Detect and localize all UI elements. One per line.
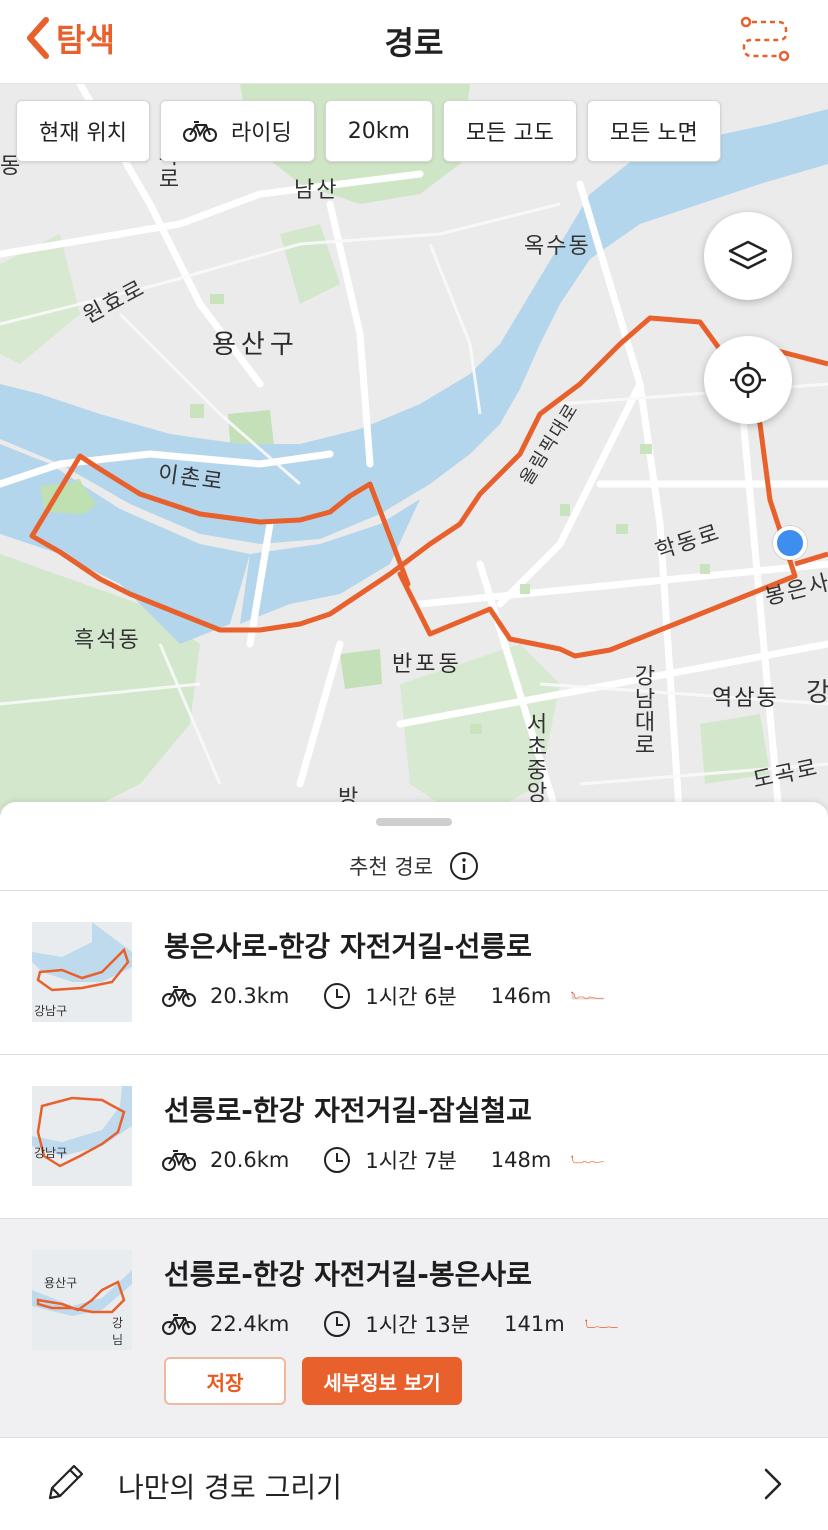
- save-button[interactable]: 저장: [164, 1357, 286, 1405]
- route-thumbnail: 용산구 강님: [32, 1250, 132, 1350]
- map-label-seochojungang: 서초중앙: [522, 712, 547, 804]
- route-time: 1시간 13분: [365, 1313, 471, 1337]
- route-elevation: 148m: [490, 1148, 552, 1172]
- route-card[interactable]: 강남구 선릉로-한강 자전거길-잠실철교 20.6km 1시간 7분 148m: [0, 1055, 828, 1219]
- thumbnail-label: 강남구: [34, 1146, 68, 1160]
- filter-activity[interactable]: 라이딩: [159, 100, 315, 162]
- time-stat: 1시간 13분: [323, 1309, 470, 1339]
- thumbnail-label: 강남구: [34, 1004, 68, 1018]
- elevation-profile: [571, 1155, 605, 1164]
- draw-route-label: 나만의 경로 그리기: [118, 1471, 342, 1504]
- map-label-oksu: 옥수동: [524, 234, 591, 259]
- time-stat: 1시간 6분: [323, 981, 457, 1011]
- route-name: 봉은사로-한강 자전거길-선릉로: [164, 930, 532, 963]
- bike-icon: [162, 1150, 196, 1171]
- elevation-profile: [571, 991, 605, 1000]
- filter-surface-label: 모든 노면: [609, 121, 698, 146]
- route-create-icon[interactable]: [740, 16, 790, 62]
- thumbnail-label-2: 강님: [112, 1316, 124, 1347]
- route-card-selected[interactable]: 용산구 강님 선릉로-한강 자전거길-봉은사로 22.4km 1시간 13분 1…: [0, 1219, 828, 1438]
- clock-icon: [324, 1311, 351, 1337]
- map-label-edge-gang: 강: [806, 678, 828, 708]
- page-title: 경로: [384, 24, 444, 62]
- filter-bar: 현재 위치 라이딩 20km 모든 고도 모든 노면: [16, 100, 721, 162]
- crosshair-icon: [730, 362, 766, 398]
- pencil-icon: [48, 1464, 84, 1500]
- map-view[interactable]: 남산 옥수동 원효로 용산구 이촌로 흑석동 반포동 학동로 역삼동 도곡로 강…: [0, 84, 828, 824]
- clock-icon: [324, 983, 351, 1009]
- route-thumbnail: 강남구: [32, 922, 132, 1022]
- route-time: 1시간 7분: [365, 1149, 457, 1173]
- filter-elevation-label: 모든 고도: [465, 121, 554, 146]
- layers-button[interactable]: [704, 212, 792, 300]
- locate-button[interactable]: [704, 336, 792, 424]
- route-elevation: 141m: [504, 1312, 565, 1336]
- route-stats: 20.3km 1시간 6분 146m: [162, 981, 605, 1011]
- route-stats: 22.4km 1시간 13분 141m: [162, 1309, 619, 1339]
- route-distance: 20.6km: [210, 1148, 290, 1172]
- route-stats: 20.6km 1시간 7분 148m: [162, 1145, 605, 1175]
- sheet-handle[interactable]: [376, 818, 452, 826]
- map-label-banpo: 반포동: [392, 652, 462, 677]
- header: 탐색 경로: [0, 0, 828, 84]
- filter-location[interactable]: 현재 위치: [16, 100, 150, 162]
- map-label-yeoksam: 역삼동: [712, 686, 779, 711]
- map-label-gangnamdaero: 강남대로: [630, 664, 655, 756]
- route-actions: 저장 세부정보 보기: [164, 1357, 462, 1405]
- view-details-button[interactable]: 세부정보 보기: [302, 1357, 462, 1405]
- route-time: 1시간 6분: [365, 985, 457, 1009]
- bike-icon: [182, 121, 217, 142]
- bike-icon: [162, 1314, 196, 1335]
- route-thumbnail-map: [32, 1086, 132, 1186]
- elevation-stat: 148m: [491, 1148, 606, 1172]
- map-label-heukseok: 흑석동: [74, 628, 141, 653]
- time-stat: 1시간 7분: [323, 1145, 457, 1175]
- route-name: 선릉로-한강 자전거길-봉은사로: [164, 1258, 532, 1291]
- filter-elevation[interactable]: 모든 고도: [442, 100, 577, 162]
- distance-stat: 20.3km: [162, 984, 289, 1008]
- layers-icon: [728, 240, 768, 270]
- filter-distance-label: 20km: [347, 118, 410, 144]
- elevation-stat: 141m: [504, 1312, 619, 1336]
- filter-activity-label: 라이딩: [230, 121, 292, 146]
- filter-location-label: 현재 위치: [39, 121, 127, 146]
- map-label-namsan: 남산: [294, 178, 339, 203]
- bike-icon: [162, 986, 196, 1007]
- user-location-marker: [773, 526, 807, 560]
- clock-icon: [324, 1147, 351, 1173]
- route-name: 선릉로-한강 자전거길-잠실철교: [164, 1094, 532, 1127]
- route-elevation: 146m: [490, 984, 552, 1008]
- route-distance: 20.3km: [210, 984, 290, 1008]
- filter-distance[interactable]: 20km: [324, 100, 433, 162]
- map-label-yongsan: 용산구: [212, 330, 299, 360]
- sheet-title: 추천 경로: [349, 855, 433, 879]
- info-icon[interactable]: [449, 851, 479, 881]
- thumbnail-label: 용산구: [44, 1276, 78, 1290]
- elevation-stat: 146m: [491, 984, 606, 1008]
- map-background: [0, 84, 828, 824]
- distance-stat: 22.4km: [162, 1312, 289, 1336]
- draw-route-row[interactable]: 나만의 경로 그리기: [0, 1438, 828, 1530]
- distance-stat: 20.6km: [162, 1148, 289, 1172]
- elevation-profile: [584, 1319, 618, 1328]
- route-card[interactable]: 강남구 봉은사로-한강 자전거길-선릉로 20.3km 1시간 6분 146m: [0, 891, 828, 1055]
- filter-surface[interactable]: 모든 노면: [586, 100, 721, 162]
- route-distance: 22.4km: [210, 1312, 290, 1336]
- route-thumbnail: 강남구: [32, 1086, 132, 1186]
- bottom-sheet: 추천 경로 강남구 봉은사로-한강 자전거길-선릉로 20.3km 1시간 6분: [0, 802, 828, 1530]
- sheet-header: 추천 경로: [0, 842, 828, 890]
- chevron-right-icon: [764, 1468, 782, 1500]
